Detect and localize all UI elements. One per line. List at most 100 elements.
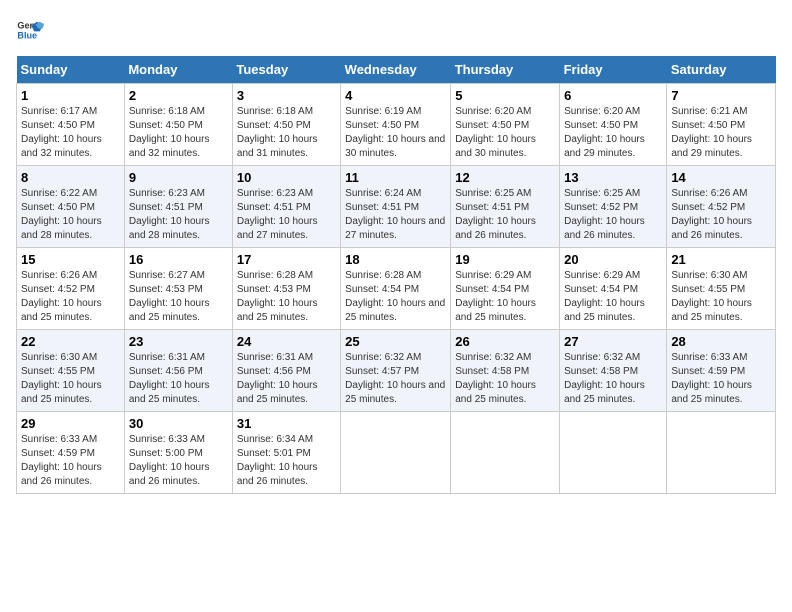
day-number: 5 (455, 88, 555, 103)
day-detail: Sunrise: 6:18 AMSunset: 4:50 PMDaylight:… (237, 105, 336, 161)
day-number: 11 (345, 170, 446, 185)
day-detail: Sunrise: 6:32 AMSunset: 4:58 PMDaylight:… (564, 351, 662, 407)
day-detail: Sunrise: 6:30 AMSunset: 4:55 PMDaylight:… (671, 269, 771, 325)
day-number: 18 (345, 252, 446, 267)
day-number: 26 (455, 334, 555, 349)
calendar-cell: 18 Sunrise: 6:28 AMSunset: 4:54 PMDayligh… (341, 248, 451, 330)
calendar-cell: 28 Sunrise: 6:33 AMSunset: 4:59 PMDayligh… (667, 330, 776, 412)
calendar-cell (560, 412, 667, 494)
header-friday: Friday (560, 56, 667, 84)
calendar-cell: 6 Sunrise: 6:20 AMSunset: 4:50 PMDaylight… (560, 84, 667, 166)
day-detail: Sunrise: 6:28 AMSunset: 4:53 PMDaylight:… (237, 269, 336, 325)
day-detail: Sunrise: 6:23 AMSunset: 4:51 PMDaylight:… (237, 187, 336, 243)
header-thursday: Thursday (451, 56, 560, 84)
calendar-cell: 3 Sunrise: 6:18 AMSunset: 4:50 PMDaylight… (232, 84, 340, 166)
calendar-table: SundayMondayTuesdayWednesdayThursdayFrid… (16, 56, 776, 494)
page-header: General Blue (16, 16, 776, 44)
day-number: 3 (237, 88, 336, 103)
calendar-cell: 16 Sunrise: 6:27 AMSunset: 4:53 PMDayligh… (124, 248, 232, 330)
calendar-cell: 23 Sunrise: 6:31 AMSunset: 4:56 PMDayligh… (124, 330, 232, 412)
calendar-cell: 15 Sunrise: 6:26 AMSunset: 4:52 PMDayligh… (17, 248, 125, 330)
day-number: 21 (671, 252, 771, 267)
header-saturday: Saturday (667, 56, 776, 84)
day-number: 4 (345, 88, 446, 103)
logo-icon: General Blue (16, 16, 44, 44)
day-number: 2 (129, 88, 228, 103)
calendar-cell: 31 Sunrise: 6:34 AMSunset: 5:01 PMDayligh… (232, 412, 340, 494)
day-number: 25 (345, 334, 446, 349)
calendar-cell: 14 Sunrise: 6:26 AMSunset: 4:52 PMDayligh… (667, 166, 776, 248)
day-number: 1 (21, 88, 120, 103)
day-number: 16 (129, 252, 228, 267)
calendar-cell: 29 Sunrise: 6:33 AMSunset: 4:59 PMDayligh… (17, 412, 125, 494)
calendar-cell: 22 Sunrise: 6:30 AMSunset: 4:55 PMDayligh… (17, 330, 125, 412)
calendar-week-5: 29 Sunrise: 6:33 AMSunset: 4:59 PMDayligh… (17, 412, 776, 494)
day-number: 15 (21, 252, 120, 267)
calendar-cell: 21 Sunrise: 6:30 AMSunset: 4:55 PMDayligh… (667, 248, 776, 330)
day-detail: Sunrise: 6:29 AMSunset: 4:54 PMDaylight:… (564, 269, 662, 325)
svg-text:Blue: Blue (17, 30, 37, 40)
day-number: 27 (564, 334, 662, 349)
day-detail: Sunrise: 6:31 AMSunset: 4:56 PMDaylight:… (237, 351, 336, 407)
day-detail: Sunrise: 6:19 AMSunset: 4:50 PMDaylight:… (345, 105, 446, 161)
calendar-cell: 24 Sunrise: 6:31 AMSunset: 4:56 PMDayligh… (232, 330, 340, 412)
day-number: 22 (21, 334, 120, 349)
day-detail: Sunrise: 6:33 AMSunset: 5:00 PMDaylight:… (129, 433, 228, 489)
day-number: 7 (671, 88, 771, 103)
calendar-cell: 25 Sunrise: 6:32 AMSunset: 4:57 PMDayligh… (341, 330, 451, 412)
calendar-week-1: 1 Sunrise: 6:17 AMSunset: 4:50 PMDaylight… (17, 84, 776, 166)
calendar-cell: 20 Sunrise: 6:29 AMSunset: 4:54 PMDayligh… (560, 248, 667, 330)
day-detail: Sunrise: 6:32 AMSunset: 4:58 PMDaylight:… (455, 351, 555, 407)
calendar-cell: 30 Sunrise: 6:33 AMSunset: 5:00 PMDayligh… (124, 412, 232, 494)
calendar-week-4: 22 Sunrise: 6:30 AMSunset: 4:55 PMDayligh… (17, 330, 776, 412)
day-detail: Sunrise: 6:26 AMSunset: 4:52 PMDaylight:… (671, 187, 771, 243)
day-detail: Sunrise: 6:28 AMSunset: 4:54 PMDaylight:… (345, 269, 446, 325)
day-number: 23 (129, 334, 228, 349)
day-detail: Sunrise: 6:34 AMSunset: 5:01 PMDaylight:… (237, 433, 336, 489)
calendar-header-row: SundayMondayTuesdayWednesdayThursdayFrid… (17, 56, 776, 84)
day-detail: Sunrise: 6:30 AMSunset: 4:55 PMDaylight:… (21, 351, 120, 407)
day-detail: Sunrise: 6:32 AMSunset: 4:57 PMDaylight:… (345, 351, 446, 407)
day-number: 29 (21, 416, 120, 431)
day-number: 31 (237, 416, 336, 431)
day-detail: Sunrise: 6:25 AMSunset: 4:51 PMDaylight:… (455, 187, 555, 243)
day-number: 20 (564, 252, 662, 267)
day-detail: Sunrise: 6:33 AMSunset: 4:59 PMDaylight:… (671, 351, 771, 407)
calendar-cell: 13Sunrise: 6:25 AMSunset: 4:52 PMDayligh… (560, 166, 667, 248)
day-detail: Sunrise: 6:24 AMSunset: 4:51 PMDaylight:… (345, 187, 446, 243)
day-detail: Sunrise: 6:27 AMSunset: 4:53 PMDaylight:… (129, 269, 228, 325)
day-detail: Sunrise: 6:26 AMSunset: 4:52 PMDaylight:… (21, 269, 120, 325)
day-detail: Sunrise: 6:21 AMSunset: 4:50 PMDaylight:… (671, 105, 771, 161)
calendar-cell: 19Sunrise: 6:29 AMSunset: 4:54 PMDayligh… (451, 248, 560, 330)
calendar-cell: 10 Sunrise: 6:23 AMSunset: 4:51 PMDayligh… (232, 166, 340, 248)
day-number: 12 (455, 170, 555, 185)
calendar-cell: 7 Sunrise: 6:21 AMSunset: 4:50 PMDaylight… (667, 84, 776, 166)
day-number: 24 (237, 334, 336, 349)
day-detail: Sunrise: 6:17 AMSunset: 4:50 PMDaylight:… (21, 105, 120, 161)
day-number: 10 (237, 170, 336, 185)
calendar-cell: 5Sunrise: 6:20 AMSunset: 4:50 PMDaylight… (451, 84, 560, 166)
day-number: 8 (21, 170, 120, 185)
calendar-cell: 4 Sunrise: 6:19 AMSunset: 4:50 PMDaylight… (341, 84, 451, 166)
header-monday: Monday (124, 56, 232, 84)
calendar-cell: 27 Sunrise: 6:32 AMSunset: 4:58 PMDayligh… (560, 330, 667, 412)
day-number: 28 (671, 334, 771, 349)
day-detail: Sunrise: 6:33 AMSunset: 4:59 PMDaylight:… (21, 433, 120, 489)
calendar-cell (341, 412, 451, 494)
day-number: 13 (564, 170, 662, 185)
day-detail: Sunrise: 6:31 AMSunset: 4:56 PMDaylight:… (129, 351, 228, 407)
day-number: 9 (129, 170, 228, 185)
day-detail: Sunrise: 6:20 AMSunset: 4:50 PMDaylight:… (564, 105, 662, 161)
day-number: 6 (564, 88, 662, 103)
calendar-cell (667, 412, 776, 494)
header-sunday: Sunday (17, 56, 125, 84)
day-number: 14 (671, 170, 771, 185)
day-detail: Sunrise: 6:18 AMSunset: 4:50 PMDaylight:… (129, 105, 228, 161)
header-wednesday: Wednesday (341, 56, 451, 84)
calendar-week-3: 15 Sunrise: 6:26 AMSunset: 4:52 PMDayligh… (17, 248, 776, 330)
logo: General Blue (16, 16, 48, 44)
calendar-cell: 9Sunrise: 6:23 AMSunset: 4:51 PMDaylight… (124, 166, 232, 248)
day-number: 30 (129, 416, 228, 431)
day-number: 19 (455, 252, 555, 267)
calendar-cell: 12 Sunrise: 6:25 AMSunset: 4:51 PMDayligh… (451, 166, 560, 248)
